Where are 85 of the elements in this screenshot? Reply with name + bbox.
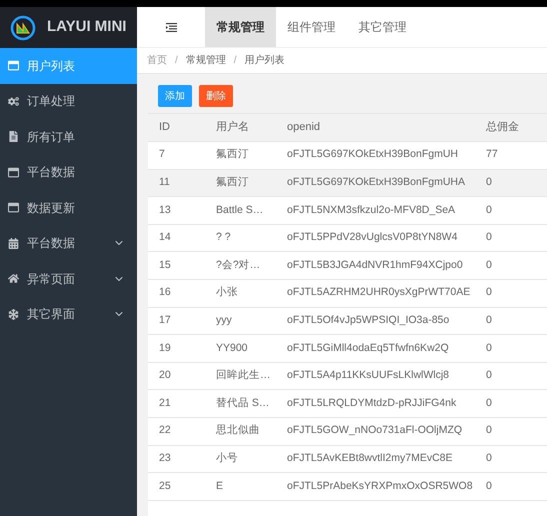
table-cell: 0 — [486, 231, 492, 244]
sidebar-item[interactable]: 平台数据 — [0, 154, 137, 190]
table-cell: 17 — [159, 314, 171, 326]
table-cell: oFJTL5PPdV28vUglcsV0P8tYN8W4 — [287, 231, 458, 244]
nav-tab[interactable]: 组件管理 — [276, 7, 347, 47]
table-cell: yyy — [216, 314, 232, 326]
table-cell: 7 — [159, 148, 165, 160]
table-cell: 回眸此生… — [216, 369, 270, 382]
menu-icon[interactable] — [166, 22, 176, 32]
column-header[interactable]: ID — [159, 121, 170, 134]
table-cell: 77 — [486, 148, 498, 160]
column-header[interactable]: 总佣金 — [486, 121, 519, 134]
file-icon — [8, 131, 19, 142]
table-cell: oFJTL5AvKEBt8wvtlI2my7MEvC8E — [287, 452, 453, 464]
table-cell: 思北似曲 — [216, 424, 260, 436]
table-cell: 21 — [159, 396, 171, 409]
table-cell: ? ? — [216, 231, 231, 244]
sidebar-item[interactable]: 所有订单 — [0, 119, 137, 154]
table-cell: E — [216, 480, 224, 492]
table-cell: 0 — [486, 342, 492, 354]
table-cell: 小张 — [216, 286, 238, 298]
table-cell: ?会?对… — [216, 258, 260, 271]
breadcrumb-link[interactable]: 用户列表 — [244, 53, 285, 68]
table-cell: 16 — [159, 286, 171, 298]
sidebar-item[interactable]: 订单处理 — [0, 84, 137, 119]
table-cell: 0 — [486, 480, 492, 492]
window-icon — [8, 202, 19, 214]
table-cell: 23 — [159, 452, 171, 464]
table-cell: oFJTL5G697KOkEtxH39BonFgmUH — [287, 148, 458, 160]
table-cell: oFJTL5GOW_nNOo731aFl-OOljMZQ — [287, 424, 462, 436]
table-cell: 0 — [486, 369, 492, 382]
table-cell: 替代品 S… — [216, 396, 270, 409]
logo-icon — [10, 14, 36, 40]
window-icon — [8, 166, 19, 178]
window-icon — [8, 60, 19, 72]
sidebar-item[interactable]: 数据更新 — [0, 190, 137, 226]
table-cell: oFJTL5GiMll4odaEq5Tfwfn6Kw2Q — [287, 342, 449, 354]
table-row[interactable]: 23 小号 oFJTL5AvKEBt8wvtlI2my7MEvC8E 0 — [148, 446, 547, 474]
table-cell: 0 — [486, 424, 492, 436]
column-header[interactable]: 用户名 — [216, 121, 249, 134]
table-cell: oFJTL5AZRHM2UHR0ysXgPrWT70AE — [287, 286, 470, 298]
sidebar-item[interactable]: 其它界面 — [0, 296, 137, 332]
logo-title: LAYUI MINI — [47, 17, 126, 38]
table-cell: 11 — [159, 176, 170, 188]
table-cell: 19 — [159, 342, 171, 354]
table-cell: oFJTL5G697KOkEtxH39BonFgmUHA — [287, 176, 465, 188]
table-cell: 0 — [486, 258, 492, 271]
breadcrumb-separator: / — [175, 54, 178, 68]
table-cell: 14 — [159, 231, 171, 244]
table-cell: 25 — [159, 480, 171, 492]
gears-icon — [8, 96, 19, 107]
table-cell: 22 — [159, 424, 171, 436]
breadcrumb-link[interactable]: 常规管理 — [186, 53, 226, 68]
table-cell: 0 — [486, 286, 492, 298]
table-cell: 0 — [486, 314, 492, 326]
table-cell: oFJTL5Of4vJp5WPSIQI_IO3a-85o — [287, 314, 450, 326]
table-cell: Battle S… — [216, 204, 264, 216]
table-cell: oFJTL5A4p11KKsUUFsLKlwlWlcj8 — [287, 369, 450, 382]
table-cell: 15 — [159, 258, 171, 271]
table-cell: oFJTL5PrAbeKsYRXPmxOxOSR5WO8 — [287, 480, 473, 492]
table-cell: YY900 — [216, 342, 248, 354]
table-cell: 0 — [486, 452, 492, 464]
home-icon — [8, 273, 19, 284]
column-header[interactable]: openid — [287, 121, 320, 134]
table-cell: 0 — [486, 396, 492, 409]
table-cell: oFJTL5LRQLDYMtdzD-pRJJiFG4nk — [287, 396, 456, 409]
sidebar-item[interactable]: 异常页面 — [0, 261, 137, 296]
nav-tab[interactable]: 其它管理 — [347, 7, 418, 47]
table-cell: oFJTL5NXM3sfkzul2o-MFV8D_SeA — [287, 204, 456, 216]
nav-tab[interactable]: 常规管理 — [205, 7, 276, 47]
snowflake-icon — [8, 308, 19, 320]
table-cell: 氟西汀 — [216, 148, 249, 160]
calendar-icon — [8, 238, 19, 249]
table-cell: 20 — [159, 369, 171, 382]
table-cell: 0 — [486, 176, 492, 188]
table-cell: 13 — [159, 204, 171, 216]
table-cell: 小号 — [216, 452, 238, 464]
table-row[interactable]: 17 yyy oFJTL5Of4vJp5WPSIQI_IO3a-85o 0 — [148, 308, 547, 336]
table-row[interactable]: 11 氟西汀 oFJTL5G697KOkEtxH39BonFgmUHA 0 — [148, 170, 547, 198]
table-cell: 0 — [486, 204, 492, 216]
toolbar-button[interactable]: 删除 — [199, 85, 233, 107]
breadcrumb-separator: / — [234, 54, 237, 68]
sidebar-item[interactable]: 平台数据 — [0, 226, 137, 261]
table-cell: oFJTL5B3JGA4dNVR1hmF94XCjpo0 — [287, 258, 463, 271]
table-cell: 氟西汀 — [216, 176, 249, 188]
